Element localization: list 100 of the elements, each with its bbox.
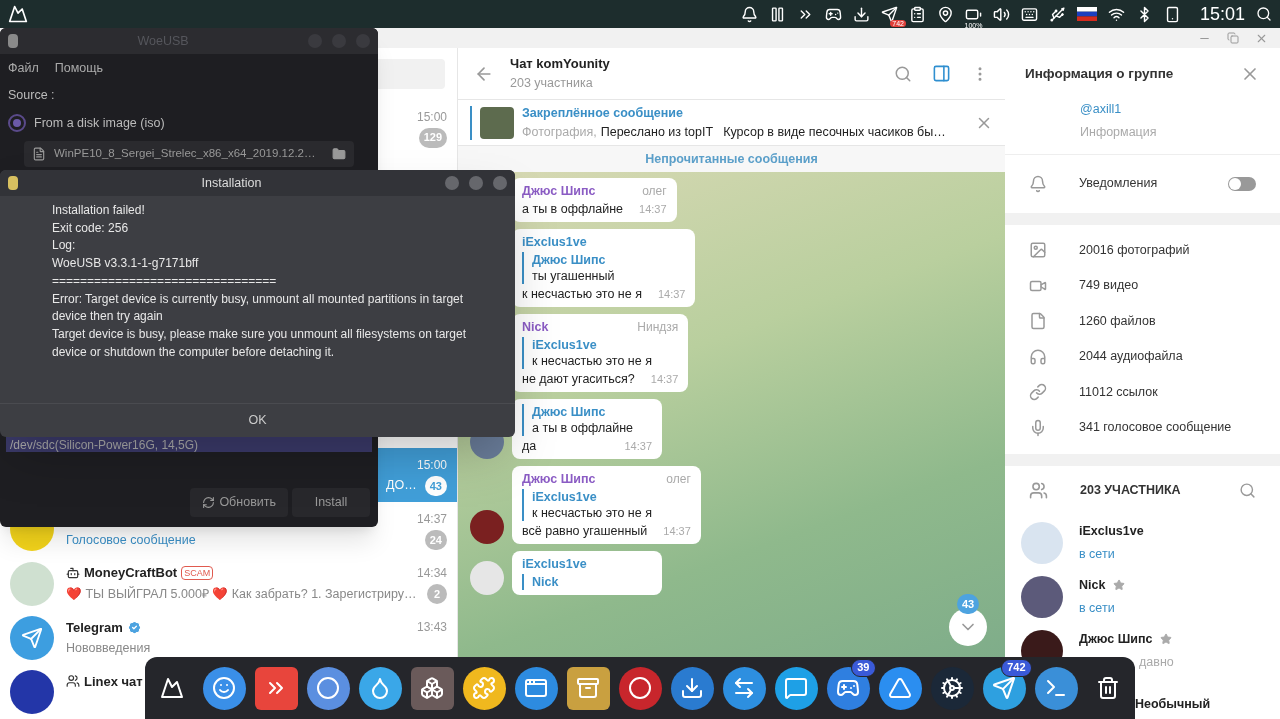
- install-button[interactable]: Install: [292, 488, 370, 517]
- member-title: Ниндзя: [637, 319, 679, 335]
- message-author[interactable]: Nick: [522, 319, 549, 335]
- message-time: 14:37: [663, 524, 691, 539]
- dialog-message-line: Error: Target device is currently busy, unmount all mounted partitions in target device then try again: [52, 290, 465, 326]
- member-status: в сети: [1079, 599, 1116, 617]
- mountain-logo-icon[interactable]: [8, 4, 28, 24]
- chat-time: 13:43: [416, 619, 447, 637]
- unread-count: 129: [418, 127, 447, 148]
- tricolor-flag-icon[interactable]: [1076, 7, 1097, 21]
- message-author[interactable]: iExclus1ve: [522, 234, 587, 250]
- puzzle-icon[interactable]: [462, 666, 506, 710]
- message-text: а ты в оффлайне: [522, 201, 624, 217]
- dock-badge: 742: [1001, 658, 1032, 677]
- radio-option[interactable]: From a disk image (iso): [0, 113, 378, 133]
- dialog-message-line: ================================: [52, 272, 278, 290]
- message-author[interactable]: iExclus1ve: [522, 556, 587, 572]
- chat-time: 15:00: [416, 108, 447, 126]
- scroll-down-button[interactable]: [949, 608, 987, 646]
- message-author[interactable]: Джюс Шипс: [522, 183, 596, 199]
- smiling-face-icon[interactable]: [202, 666, 246, 710]
- media-link[interactable]: 2044 аудиофайла: [1005, 339, 1280, 375]
- pinned-media-label: Фотография,: [522, 123, 597, 141]
- member-title: олег: [642, 183, 667, 199]
- member-row[interactable]: iExclus1ve в сети: [1005, 515, 1280, 570]
- dialog-message-line: Log:: [52, 237, 77, 255]
- ring-icon[interactable]: [618, 666, 662, 710]
- pinned-title: Закреплённое сообщение: [522, 104, 684, 122]
- usb-icon[interactable]: [1048, 5, 1066, 23]
- chat-subtitle: 203 участника: [510, 74, 594, 92]
- photo-placeholder: [480, 106, 514, 139]
- chat-name: Linex чат: [84, 672, 143, 691]
- reply-quote[interactable]: Nick: [522, 574, 652, 590]
- clipboard-icon[interactable]: [908, 5, 926, 23]
- app-icon: [8, 176, 18, 190]
- file-icon: [32, 146, 46, 161]
- boxes-icon[interactable]: [410, 666, 454, 710]
- member-title: олег: [666, 471, 691, 487]
- dialog-message-line: Exit code: 256: [52, 219, 130, 237]
- member-name: iExclus1ve: [1079, 522, 1144, 540]
- media-link[interactable]: 1260 файлов: [1005, 303, 1280, 339]
- media-link[interactable]: 749 видео: [1005, 268, 1280, 304]
- speech-bubble-icon[interactable]: [774, 666, 818, 710]
- window-icon[interactable]: [514, 666, 558, 710]
- speaker-icon[interactable]: [992, 5, 1010, 23]
- username-link[interactable]: @axill1: [1080, 100, 1280, 119]
- keyboard-icon[interactable]: [1020, 5, 1038, 23]
- reply-author: iExclus1ve: [532, 489, 598, 505]
- reply-text: к несчастью это не я: [532, 505, 653, 521]
- chat-preview: ДО…: [385, 477, 417, 495]
- window-title: Installation: [200, 174, 263, 192]
- media-link[interactable]: 341 голосовое сообщение: [1005, 410, 1280, 446]
- file-field[interactable]: WinPE10_8_Sergei_Strelec_x86_x64_2019.12.2…: [24, 140, 354, 167]
- reply-text: а ты в оффлайне: [532, 420, 635, 436]
- message-text: к несчастью это не я: [522, 286, 642, 302]
- radio-button[interactable]: [8, 114, 26, 133]
- menu-item[interactable]: Файл: [8, 58, 39, 78]
- ring-icon[interactable]: [306, 666, 350, 710]
- download-icon[interactable]: [852, 5, 870, 23]
- message-time: 14:37: [657, 287, 686, 302]
- verified-icon: [126, 619, 142, 635]
- source-label: Source :: [7, 87, 56, 104]
- droplet-icon[interactable]: [358, 666, 402, 710]
- terminal-icon[interactable]: [1034, 666, 1078, 710]
- pinned-text: Переслано из topIT Курсор в виде песочных часиков бы…: [600, 123, 946, 141]
- member-status: давно: [1139, 653, 1174, 671]
- folder-icon[interactable]: [332, 146, 346, 161]
- message-time: 14:37: [639, 202, 667, 217]
- file-icon: [1029, 312, 1047, 331]
- ok-button[interactable]: OK: [224, 406, 291, 435]
- chat-name: Telegram: [66, 618, 123, 637]
- dialog-message-line: WoeUSB v3.3.1-1-g7171bff: [52, 255, 200, 273]
- username-caption: Информация: [1080, 123, 1158, 141]
- search-icon[interactable]: [1256, 6, 1272, 22]
- microphone-icon: [1029, 418, 1047, 437]
- message-time: 14:37: [624, 439, 652, 454]
- chat-name: MoneyCraftBot: [84, 564, 178, 583]
- clock[interactable]: 15:01: [1199, 0, 1245, 28]
- reply-author: iExclus1ve: [532, 337, 598, 353]
- download-icon[interactable]: [670, 666, 714, 710]
- toggle-switch[interactable]: [1228, 176, 1256, 191]
- reply-author: Джюс Шипс: [532, 404, 607, 420]
- side-panel-icon[interactable]: [932, 64, 951, 83]
- member-row[interactable]: Nick в сети: [1005, 569, 1280, 624]
- paper-plane-icon[interactable]: [880, 5, 898, 23]
- reply-author: Nick: [532, 574, 560, 590]
- picture-icon: [1029, 241, 1047, 260]
- panel-title: Информация о группе: [1025, 64, 1174, 83]
- scam-tag: SCAM: [181, 566, 214, 581]
- bell-icon[interactable]: [740, 5, 758, 23]
- media-link[interactable]: 20016 фотографий: [1005, 232, 1280, 268]
- chevrons-icon[interactable]: [254, 666, 298, 710]
- arrows-icon[interactable]: [722, 666, 766, 710]
- menu-item[interactable]: Помощь: [54, 58, 103, 78]
- message-author[interactable]: Джюс Шипс: [522, 471, 596, 487]
- archive-icon[interactable]: [566, 666, 610, 710]
- refresh-button[interactable]: Обновить: [190, 488, 288, 517]
- pin-icon[interactable]: [936, 5, 954, 23]
- media-link[interactable]: 11012 ссылок: [1005, 374, 1280, 410]
- member-name: Необычный: [1135, 696, 1211, 714]
